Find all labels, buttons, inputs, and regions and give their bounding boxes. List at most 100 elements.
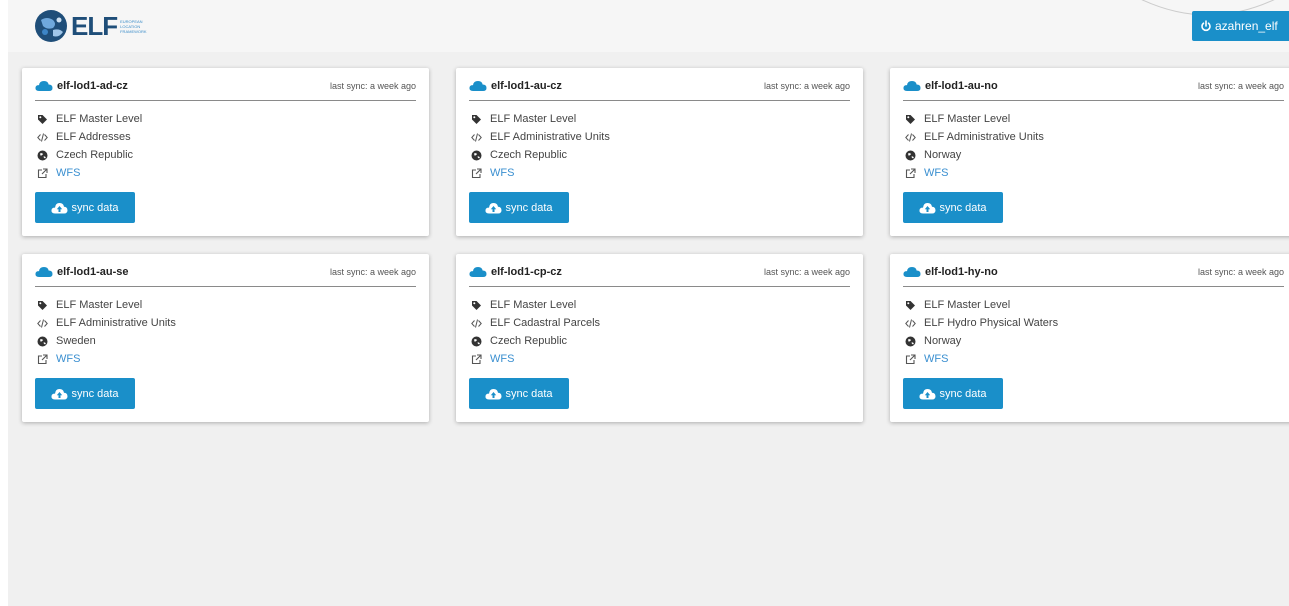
cloud-upload-icon	[51, 389, 68, 400]
tag-icon	[472, 300, 481, 310]
code-icon	[37, 132, 48, 142]
sync-data-label: sync data	[939, 387, 987, 400]
detail-theme: ELF Cadastral Parcels	[471, 314, 600, 332]
cloud-upload-icon	[919, 389, 936, 400]
code-icon	[471, 132, 482, 142]
card-header: elf-lod1-ad-cz last sync: a week ago	[35, 78, 416, 101]
level-text: ELF Master Level	[490, 113, 577, 125]
dataset-card: elf-lod1-hy-no last sync: a week ago ELF…	[890, 254, 1289, 422]
card-title: elf-lod1-cp-cz	[491, 266, 562, 278]
wfs-link[interactable]: WFS	[924, 167, 948, 179]
card-header: elf-lod1-cp-cz last sync: a week ago	[469, 264, 850, 287]
wfs-link[interactable]: WFS	[490, 167, 514, 179]
sync-data-button[interactable]: sync data	[903, 192, 1003, 223]
sync-data-label: sync data	[505, 387, 553, 400]
globe-logo-icon	[35, 10, 67, 42]
country-text: Czech Republic	[56, 149, 134, 161]
theme-text: ELF Administrative Units	[924, 131, 1044, 143]
detail-country: Czech Republic	[471, 146, 610, 164]
detail-level: ELF Master Level	[905, 296, 1058, 314]
detail-level: ELF Master Level	[905, 110, 1044, 128]
wfs-link[interactable]: WFS	[56, 167, 80, 179]
theme-text: ELF Administrative Units	[56, 317, 176, 329]
country-text: Norway	[924, 149, 962, 161]
level-text: ELF Master Level	[56, 299, 143, 311]
cloud-upload-icon	[919, 203, 936, 214]
globe-icon	[471, 150, 482, 160]
globe-icon	[37, 336, 48, 346]
sync-data-button[interactable]: sync data	[469, 378, 569, 409]
user-name: azahren_elf	[1215, 19, 1278, 33]
card-title: elf-lod1-hy-no	[925, 266, 998, 278]
wfs-link[interactable]: WFS	[924, 353, 948, 365]
external-link-icon	[471, 167, 482, 178]
external-link-icon	[905, 353, 916, 364]
theme-text: ELF Addresses	[56, 131, 131, 143]
globe-icon	[905, 150, 916, 160]
cloud-upload-icon	[485, 389, 502, 400]
cloud-icon	[35, 267, 53, 277]
level-text: ELF Master Level	[924, 113, 1011, 125]
card-details: ELF Master Level ELF Addresses Czech Rep…	[37, 110, 142, 182]
sync-data-label: sync data	[71, 387, 119, 400]
sync-data-button[interactable]: sync data	[903, 378, 1003, 409]
globe-icon	[37, 150, 48, 160]
cloud-upload-icon	[485, 203, 502, 214]
detail-theme: ELF Hydro Physical Waters	[905, 314, 1058, 332]
cloud-icon	[903, 267, 921, 277]
tag-icon	[38, 114, 47, 124]
sync-data-button[interactable]: sync data	[469, 192, 569, 223]
card-details: ELF Master Level ELF Administrative Unit…	[37, 296, 176, 368]
cloud-icon	[469, 81, 487, 91]
code-icon	[905, 318, 916, 328]
user-logout-button[interactable]: azahren_elf	[1192, 11, 1289, 41]
globe-icon	[905, 336, 916, 346]
country-text: Czech Republic	[490, 335, 568, 347]
card-title: elf-lod1-ad-cz	[57, 80, 128, 92]
code-icon	[37, 318, 48, 328]
wfs-link[interactable]: WFS	[490, 353, 514, 365]
card-title: elf-lod1-au-se	[57, 266, 129, 278]
cloud-upload-icon	[51, 203, 68, 214]
theme-text: ELF Administrative Units	[490, 131, 610, 143]
tag-icon	[472, 114, 481, 124]
last-sync-text: last sync: a week ago	[763, 81, 850, 91]
last-sync-text: last sync: a week ago	[763, 267, 850, 277]
logo-sub-line: FRAMEWORK	[120, 28, 147, 34]
country-text: Czech Republic	[490, 149, 568, 161]
detail-country: Czech Republic	[471, 332, 600, 350]
cloud-icon	[469, 267, 487, 277]
dataset-card: elf-lod1-au-no last sync: a week ago ELF…	[890, 68, 1289, 236]
theme-text: ELF Cadastral Parcels	[490, 317, 601, 329]
external-link-icon	[37, 353, 48, 364]
last-sync-text: last sync: a week ago	[329, 267, 416, 277]
level-text: ELF Master Level	[56, 113, 143, 125]
detail-theme: ELF Administrative Units	[905, 128, 1044, 146]
sync-data-button[interactable]: sync data	[35, 378, 135, 409]
detail-country: Czech Republic	[37, 146, 142, 164]
detail-country: Norway	[905, 332, 1058, 350]
detail-service: WFS	[905, 164, 1044, 182]
level-text: ELF Master Level	[924, 299, 1011, 311]
detail-theme: ELF Administrative Units	[37, 314, 176, 332]
detail-theme: ELF Addresses	[37, 128, 142, 146]
sync-data-button[interactable]: sync data	[35, 192, 135, 223]
card-header: elf-lod1-hy-no last sync: a week ago	[903, 264, 1284, 287]
power-icon	[1201, 20, 1211, 32]
wfs-link[interactable]: WFS	[56, 353, 80, 365]
detail-level: ELF Master Level	[471, 296, 600, 314]
dataset-card: elf-lod1-cp-cz last sync: a week ago ELF…	[456, 254, 863, 422]
cloud-icon	[903, 81, 921, 91]
dataset-card: elf-lod1-ad-cz last sync: a week ago ELF…	[22, 68, 429, 236]
detail-service: WFS	[37, 164, 142, 182]
detail-country: Norway	[905, 146, 1044, 164]
detail-service: WFS	[471, 350, 600, 368]
detail-level: ELF Master Level	[37, 110, 142, 128]
page-left-strip	[0, 0, 8, 606]
elf-logo[interactable]: ELF EUROPEAN LOCATION FRAMEWORK	[33, 8, 147, 44]
card-details: ELF Master Level ELF Hydro Physical Wate…	[905, 296, 1058, 368]
tag-icon	[906, 300, 915, 310]
tag-icon	[906, 114, 915, 124]
sync-data-label: sync data	[71, 201, 119, 214]
card-details: ELF Master Level ELF Administrative Unit…	[905, 110, 1044, 182]
